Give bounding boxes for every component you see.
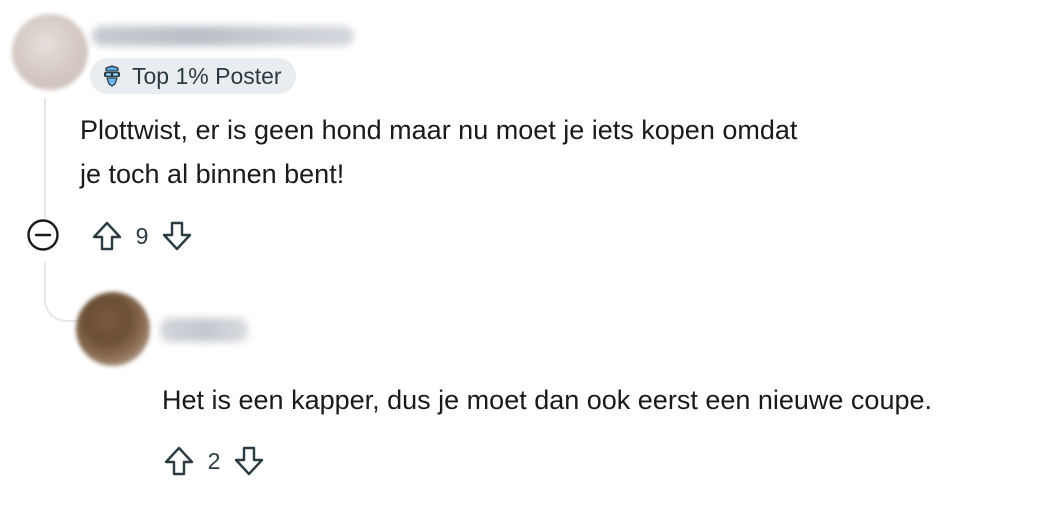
upvote-button[interactable]: [160, 442, 198, 480]
flair-label: Top 1% Poster: [132, 62, 282, 89]
comment-body-line: Plottwist, er is geen hond maar nu moet …: [80, 115, 798, 145]
comment-actions: 9: [88, 217, 196, 255]
blurred-username[interactable]: [92, 26, 354, 46]
reply-actions: 2: [160, 442, 268, 480]
reply-body: Het is een kapper, dus je moet dan ook e…: [162, 385, 933, 415]
comment-body: Plottwist, er is geen hond maar nu moet …: [80, 108, 980, 196]
upvote-button[interactable]: [88, 217, 126, 255]
avatar[interactable]: [76, 292, 150, 366]
reply-thread-connector: [44, 262, 84, 322]
downvote-button[interactable]: [230, 442, 268, 480]
collapse-button[interactable]: [24, 218, 62, 256]
vote-score: 9: [135, 222, 149, 249]
top-poster-badge-icon: [100, 64, 124, 88]
thread-line[interactable]: [44, 98, 46, 218]
downvote-arrow-icon: [162, 221, 192, 251]
blurred-username[interactable]: [160, 318, 248, 342]
downvote-button[interactable]: [158, 217, 196, 255]
comment-thread: Top 1% Poster Plottwist, er is geen hond…: [0, 0, 1038, 509]
downvote-arrow-icon: [234, 446, 264, 476]
user-flair: Top 1% Poster: [90, 58, 296, 94]
avatar[interactable]: [12, 14, 88, 90]
upvote-arrow-icon: [92, 221, 122, 251]
comment-body-line: je toch al binnen bent!: [80, 159, 345, 189]
collapse-minus-icon: [26, 218, 60, 257]
vote-score: 2: [207, 447, 221, 474]
upvote-arrow-icon: [164, 446, 194, 476]
